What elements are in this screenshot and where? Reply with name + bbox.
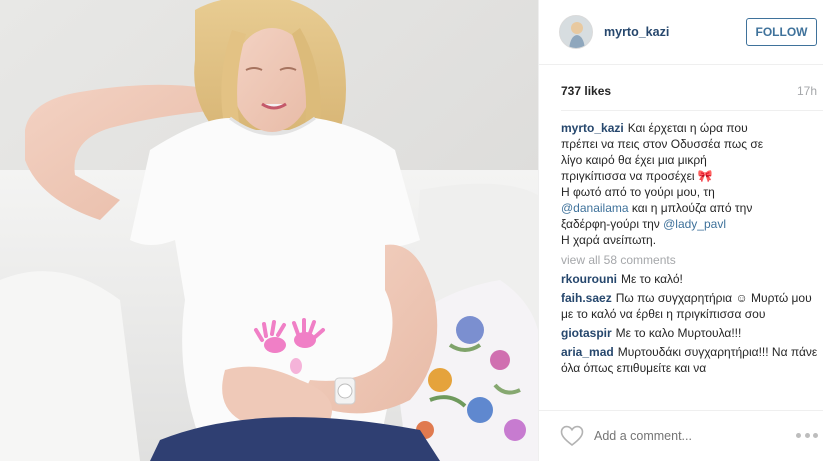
follow-button[interactable]: FOLLOW	[746, 18, 817, 46]
mention-link[interactable]: @lady_pavl	[663, 217, 726, 231]
mention-link[interactable]: @danailama	[561, 201, 629, 215]
caption-line: πριγκίπισσα να προσέχει 🎀	[561, 169, 713, 183]
comment-item: rkourouni Με το καλό!	[561, 271, 823, 287]
caption-line: Η χαρά ανείπωτη.	[561, 233, 657, 247]
post-header: myrto_kazi FOLLOW	[539, 0, 823, 65]
dot	[804, 432, 810, 438]
comments-list: myrto_kazi Και έρχεται η ώρα που πρέπει ν…	[561, 120, 823, 403]
dot	[813, 432, 818, 438]
caption-username[interactable]: myrto_kazi	[561, 121, 624, 135]
like-button[interactable]	[559, 424, 585, 448]
comment-text: Με το καλό!	[621, 272, 683, 286]
comment-item: faih.saez Πω πω συγχαρητήρια ☺ Μυρτώ μου …	[561, 290, 823, 322]
more-options-icon[interactable]	[796, 430, 818, 440]
dot	[796, 432, 801, 438]
comment-username[interactable]: rkourouni	[561, 272, 617, 286]
caption-line: και η μπλούζα από την	[628, 201, 753, 215]
caption-line: ξαδέρφη-γούρι την	[561, 217, 664, 231]
avatar-image	[560, 16, 592, 48]
comment-item: aria_mad Μυρτουδάκι συγχαρητήρια!!! Να πά…	[561, 344, 823, 376]
caption-line: πρέπει να πεις στον Οδυσσέα πως σε	[561, 137, 764, 151]
comment-footer	[539, 410, 823, 461]
post-stats: 737 likes 17h	[561, 84, 817, 98]
comment-username[interactable]: aria_mad	[561, 345, 614, 359]
post-photo[interactable]	[0, 0, 538, 461]
caption-line: Και έρχεται η ώρα που	[627, 121, 748, 135]
add-comment-input[interactable]	[594, 429, 764, 443]
post-photo-illustration	[0, 0, 538, 461]
caption-line: λίγο καιρό θα έχει μια μικρή	[561, 153, 707, 167]
comment-username[interactable]: giotaspir	[561, 326, 612, 340]
instagram-post-view: myrto_kazi FOLLOW 737 likes 17h myrto_ka…	[0, 0, 823, 461]
post-time[interactable]: 17h	[797, 84, 817, 98]
comment-text: Με το καλο Μυρτουλα!!!	[615, 326, 742, 340]
header-username[interactable]: myrto_kazi	[604, 25, 669, 39]
comment-username[interactable]: faih.saez	[561, 291, 612, 305]
heart-icon	[560, 425, 584, 447]
view-all-comments-link[interactable]: view all 58 comments	[561, 252, 823, 268]
avatar[interactable]	[559, 15, 593, 49]
comment-item: giotaspir Με το καλο Μυρτουλα!!!	[561, 325, 823, 341]
caption-line: Η φωτό από το γούρι μου, τη	[561, 185, 715, 199]
caption: myrto_kazi Και έρχεται η ώρα που πρέπει ν…	[561, 120, 823, 248]
stats-divider	[561, 110, 823, 111]
likes-count[interactable]: 737 likes	[561, 84, 611, 98]
post-side-panel: myrto_kazi FOLLOW 737 likes 17h myrto_ka…	[538, 0, 823, 461]
